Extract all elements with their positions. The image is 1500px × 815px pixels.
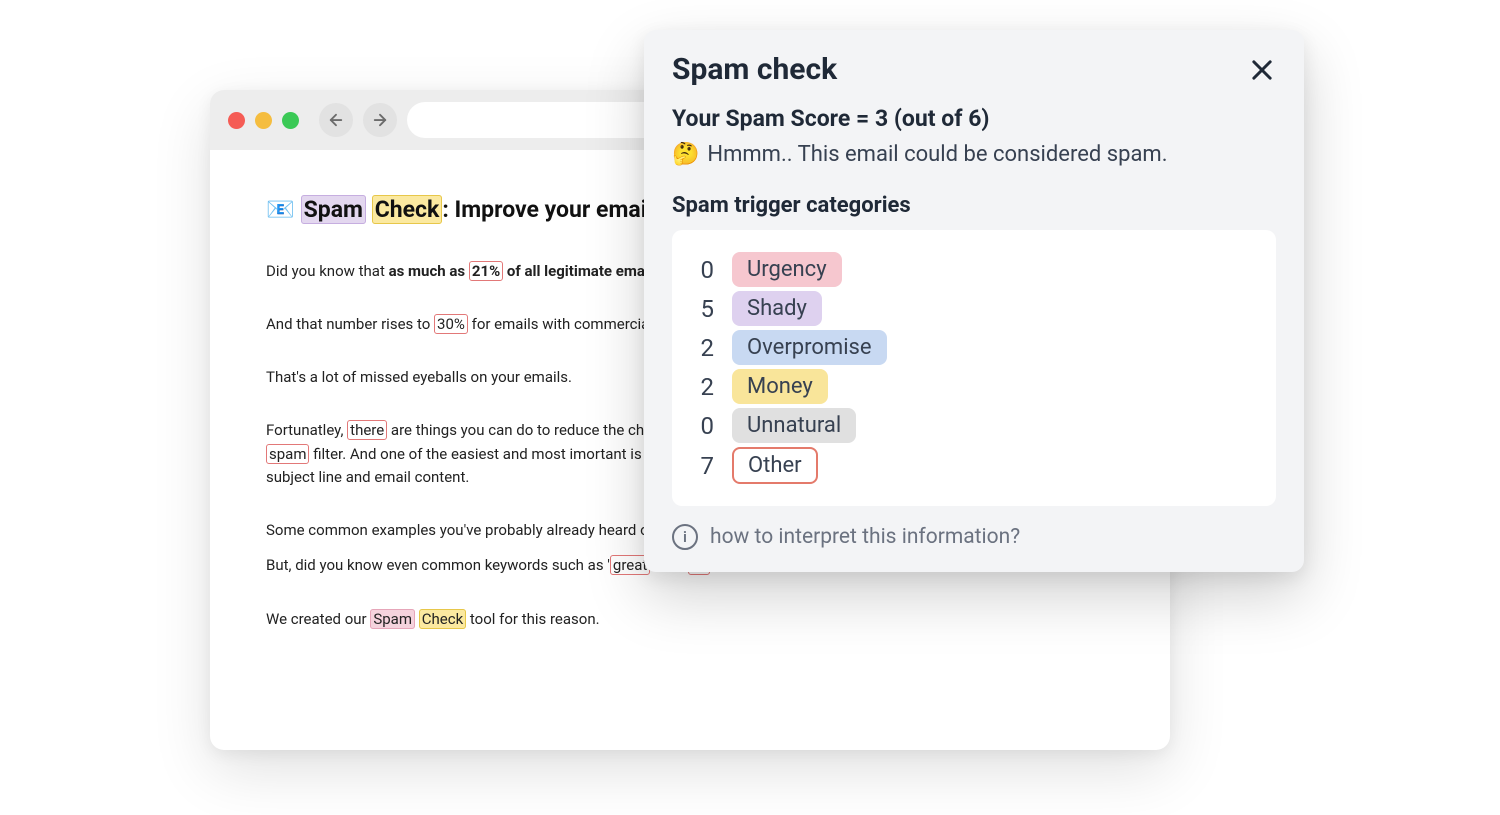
category-count: 7 [694, 452, 714, 480]
highlight-spam: Spam [301, 195, 366, 224]
thinking-emoji-icon: 🤔 [672, 142, 699, 167]
category-row: 5 Shady [694, 291, 1254, 326]
category-row: 2 Overpromise [694, 330, 1254, 365]
panel-header: Spam check [672, 52, 1276, 87]
category-row: 7 Other [694, 447, 1254, 484]
highlight-check: Check [372, 195, 443, 224]
info-icon: i [672, 524, 698, 550]
category-pill-overpromise[interactable]: Overpromise [732, 330, 887, 365]
p4-text-a: Fortunatley, [266, 421, 347, 439]
panel-title: Spam check [672, 52, 837, 87]
category-count: 0 [694, 256, 714, 284]
category-pill-money[interactable]: Money [732, 369, 828, 404]
highlight-check-2: Check [419, 609, 466, 629]
p7-text-a: We created our [266, 610, 370, 628]
category-pill-unnatural[interactable]: Unnatural [732, 408, 856, 443]
p1-text-b: as much as [389, 262, 469, 280]
categories-box: 0 Urgency 5 Shady 2 Overpromise 2 Money 0 Unnatur… [672, 230, 1276, 506]
interpret-text: how to interpret this information? [710, 525, 1020, 549]
traffic-lights [228, 112, 299, 129]
category-row: 0 Unnatural [694, 408, 1254, 443]
highlight-there: there [347, 420, 387, 440]
p2-text-a: And that number rises to [266, 315, 434, 333]
close-traffic-dot[interactable] [228, 112, 245, 129]
highlight-21pct: 21% [469, 261, 503, 281]
arrow-left-icon [327, 111, 345, 129]
highlight-30pct: 30% [434, 314, 468, 334]
title-emoji-icon: 📧 [266, 192, 295, 228]
category-count: 5 [694, 295, 714, 323]
interpret-link[interactable]: i how to interpret this information? [672, 524, 1276, 550]
category-row: 0 Urgency [694, 252, 1254, 287]
p1-text-a: Did you know that [266, 262, 389, 280]
category-count: 2 [694, 373, 714, 401]
paragraph-7: We created our Spam Check tool for this … [266, 608, 1114, 631]
verdict-text: Hmmm.. This email could be considered sp… [707, 142, 1167, 167]
highlight-spam-2: Spam [370, 609, 415, 629]
arrow-right-icon [371, 111, 389, 129]
spam-score: Your Spam Score = 3 (out of 6) [672, 105, 1276, 132]
back-button[interactable] [319, 103, 353, 137]
categories-heading: Spam trigger categories [672, 193, 1276, 218]
close-icon [1248, 56, 1276, 84]
category-row: 2 Money [694, 369, 1254, 404]
category-count: 0 [694, 412, 714, 440]
category-count: 2 [694, 334, 714, 362]
category-pill-shady[interactable]: Shady [732, 291, 822, 326]
spam-verdict: 🤔 Hmmm.. This email could be considered … [672, 142, 1276, 167]
category-pill-urgency[interactable]: Urgency [732, 252, 842, 287]
category-pill-other[interactable]: Other [732, 447, 818, 484]
spam-check-panel: Spam check Your Spam Score = 3 (out of 6… [644, 30, 1304, 572]
close-button[interactable] [1248, 56, 1276, 84]
p7-text-b: tool for this reason. [466, 610, 599, 628]
maximize-traffic-dot[interactable] [282, 112, 299, 129]
highlight-spam-word: spam [266, 444, 309, 464]
p6-text-a: But, did you know even common keywords s… [266, 556, 610, 574]
forward-button[interactable] [363, 103, 397, 137]
minimize-traffic-dot[interactable] [255, 112, 272, 129]
p4-text-d: subject line and email content. [266, 468, 469, 486]
